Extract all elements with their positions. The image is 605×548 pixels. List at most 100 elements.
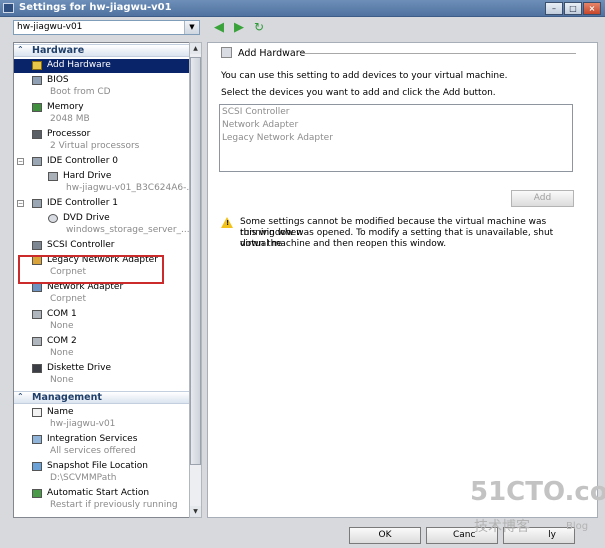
arrow-left-icon[interactable]: ◀: [214, 21, 224, 34]
tree-item-sub: hw-jiagwu-v01_B3C624A6-...: [66, 183, 195, 193]
scroll-down-icon[interactable]: ▼: [190, 506, 201, 517]
title-divider: [300, 53, 576, 54]
title-bar: Settings for hw-jiagwu-v01 – □ ×: [0, 0, 605, 17]
memory-icon: [32, 103, 42, 112]
scsi-controller-icon: [32, 241, 42, 250]
management-section-header[interactable]: ⌃ Management: [14, 391, 190, 404]
tree-item-bios[interactable]: BIOS Boot from CD: [14, 74, 190, 101]
add-hardware-icon: [32, 61, 42, 70]
tree-item-label: Add Hardware: [47, 60, 111, 70]
tree-item-com-1[interactable]: COM 1 None: [14, 308, 190, 335]
refresh-icon[interactable]: ↻: [254, 20, 268, 34]
list-item[interactable]: Network Adapter: [222, 120, 298, 130]
tree-item-sub: None: [50, 375, 74, 385]
tree-item-sub: Boot from CD: [50, 87, 111, 97]
tree-item-sub: None: [50, 321, 74, 331]
tree-item-hard-drive[interactable]: Hard Drive hw-jiagwu-v01_B3C624A6-...: [14, 170, 195, 197]
tree-item-sub: D:\SCVMMPath: [50, 473, 117, 483]
arrow-right-icon[interactable]: ▶: [234, 21, 244, 34]
chevron-down-icon[interactable]: ▼: [184, 21, 199, 34]
tree-item-label: Diskette Drive: [47, 363, 111, 373]
tree-item-automatic-start-action[interactable]: Automatic Start Action Restart if previo…: [14, 487, 190, 514]
collapse-icon[interactable]: −: [17, 200, 24, 207]
ide-controller-icon: [32, 157, 42, 166]
hardware-section-header[interactable]: ⌃ Hardware: [14, 44, 190, 57]
add-hardware-icon: [221, 47, 232, 58]
tree-item-sub: Restart if previously running: [50, 500, 178, 510]
tree-item-add-hardware[interactable]: Add Hardware: [14, 59, 190, 73]
tree-item-sub: None: [50, 348, 74, 358]
tree-item-label: Processor: [47, 129, 91, 139]
tree-item-dvd-drive[interactable]: DVD Drive windows_storage_server_...: [14, 212, 190, 239]
collapse-icon[interactable]: ⌃: [17, 392, 24, 401]
tree-item-integration-services[interactable]: Integration Services All services offere…: [14, 433, 190, 460]
tree-item-com-2[interactable]: COM 2 None: [14, 335, 190, 362]
processor-icon: [32, 130, 42, 139]
tree-item-label: DVD Drive: [63, 213, 110, 223]
panel-description: You can use this setting to add devices …: [221, 71, 508, 81]
collapse-icon[interactable]: −: [17, 158, 24, 165]
tree-item-scsi-controller[interactable]: SCSI Controller: [14, 239, 190, 253]
tree-item-sub: 2048 MB: [50, 114, 90, 124]
list-item[interactable]: Legacy Network Adapter: [222, 133, 333, 143]
window-icon: [3, 3, 14, 13]
maximize-button[interactable]: □: [564, 2, 582, 15]
window-title: Settings for hw-jiagwu-v01: [19, 2, 172, 13]
tree-item-label: Hard Drive: [63, 171, 112, 181]
minimize-button[interactable]: –: [545, 2, 563, 15]
tree-item-memory[interactable]: Memory 2048 MB: [14, 101, 190, 128]
tree-item-sub: hw-jiagwu-v01: [50, 419, 116, 429]
tree-item-label: Integration Services: [47, 434, 138, 444]
name-icon: [32, 408, 42, 417]
warning-line: virtual machine and then reopen this win…: [240, 239, 447, 249]
tree-item-ide-controller-1[interactable]: − IDE Controller 1: [14, 197, 190, 211]
panel-title: Add Hardware: [238, 48, 306, 59]
hard-drive-icon: [48, 172, 58, 181]
tree-scrollbar[interactable]: ▲ ▼: [189, 42, 202, 518]
ide-controller-icon: [32, 199, 42, 208]
tree-item-processor[interactable]: Processor 2 Virtual processors: [14, 128, 190, 155]
tree-item-label: COM 2: [47, 336, 77, 346]
device-list[interactable]: SCSI Controller Network Adapter Legacy N…: [219, 104, 573, 172]
com-port-icon: [32, 310, 42, 319]
dvd-drive-icon: [48, 214, 58, 223]
tree-item-network-adapter[interactable]: Network Adapter Corpnet: [14, 281, 190, 308]
bios-chip-icon: [32, 76, 42, 85]
com-port-icon: [32, 337, 42, 346]
automatic-start-icon: [32, 489, 42, 498]
add-button[interactable]: Add: [511, 190, 574, 207]
tree-item-label: Snapshot File Location: [47, 461, 148, 471]
scroll-up-icon[interactable]: ▲: [190, 43, 201, 54]
tree-item-snapshot-file-location[interactable]: Snapshot File Location D:\SCVMMPath: [14, 460, 190, 487]
management-header-label: Management: [32, 392, 102, 403]
tree-item-label: Automatic Start Action: [47, 488, 150, 498]
tree-item-sub: All services offered: [50, 446, 136, 456]
tree-item-diskette-drive[interactable]: Diskette Drive None: [14, 362, 190, 389]
tree-item-label: SCSI Controller: [47, 240, 115, 250]
tree-item-label: IDE Controller 1: [47, 198, 118, 208]
tree-item-ide-controller-0[interactable]: − IDE Controller 0: [14, 155, 190, 169]
tree-item-sub: 2 Virtual processors: [50, 141, 140, 151]
scrollbar-thumb[interactable]: [190, 57, 201, 465]
ok-button[interactable]: OK: [349, 527, 421, 544]
tree-item-sub: windows_storage_server_...: [66, 225, 190, 235]
tree-item-label: Name: [47, 407, 74, 417]
watermark-site: 51CTO.com: [470, 477, 605, 507]
tree-item-label: IDE Controller 0: [47, 156, 118, 166]
tree-item-name[interactable]: Name hw-jiagwu-v01: [14, 406, 190, 433]
snapshot-icon: [32, 462, 42, 471]
vm-selector-dropdown[interactable]: hw-jiagwu-v01 ▼: [13, 20, 200, 35]
warning-mark: !: [226, 219, 230, 227]
collapse-icon[interactable]: ⌃: [17, 45, 24, 54]
highlight-annotation-box: [18, 255, 164, 284]
close-button[interactable]: ×: [583, 2, 601, 15]
tree-item-label: BIOS: [47, 75, 69, 85]
vm-selector-value: hw-jiagwu-v01: [17, 22, 83, 32]
watermark-tagline: 技术博客: [474, 519, 530, 535]
watermark-blog: Blog: [566, 521, 589, 532]
panel-instruction: Select the devices you want to add and c…: [221, 88, 496, 98]
integration-services-icon: [32, 435, 42, 444]
tree-item-sub: Corpnet: [50, 294, 86, 304]
list-item[interactable]: SCSI Controller: [222, 107, 290, 117]
hardware-header-label: Hardware: [32, 45, 85, 56]
